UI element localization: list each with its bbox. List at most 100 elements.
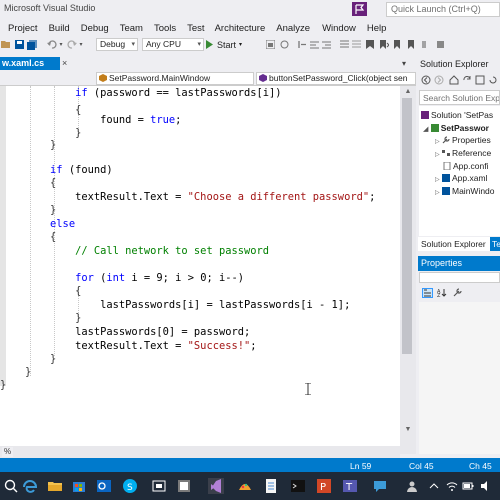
tray-overflow-icon[interactable] [428, 478, 440, 494]
editor-horizontal-scrollbar[interactable]: % [0, 446, 400, 458]
tree-item-mainwindow-xaml[interactable]: ▷ MainWindo [435, 185, 495, 197]
messaging-icon[interactable] [372, 478, 388, 494]
toolbar-overflow-icon[interactable] [420, 37, 432, 52]
tree-item-properties[interactable]: ▷ Properties [435, 134, 491, 146]
tab-mainwindow-xaml-cs[interactable]: w.xaml.cs [0, 57, 60, 70]
expand-icon[interactable]: ▷ [435, 190, 440, 196]
status-bar: Ln 59 Col 45 Ch 45 [0, 458, 500, 472]
tree-item-references[interactable]: ▷ Reference [435, 147, 491, 159]
code-line: } [0, 379, 7, 391]
solution-explorer-search-input[interactable]: Search Solution Explo [419, 90, 500, 105]
editor-vertical-scrollbar[interactable]: ▲ ▼ [400, 86, 416, 454]
properties-object-dropdown[interactable] [419, 272, 500, 283]
tree-item-solution[interactable]: Solution 'SetPas [421, 109, 493, 121]
undo-dropdown-icon[interactable]: ▾ [58, 37, 64, 52]
scrollbar-thumb[interactable] [402, 98, 412, 354]
terminal-icon[interactable] [290, 478, 306, 494]
search-icon[interactable] [3, 478, 19, 494]
step-icon[interactable] [296, 37, 308, 52]
close-icon[interactable]: × [62, 57, 67, 70]
menu-analyze[interactable]: Analyze [276, 23, 310, 34]
menu-test[interactable]: Test [187, 23, 204, 34]
expand-icon[interactable]: ▷ [435, 177, 440, 183]
properties-title: Properties [418, 256, 500, 271]
notification-flag-icon[interactable] [352, 2, 367, 16]
code-line: } [0, 366, 32, 378]
format-icon[interactable] [308, 37, 320, 52]
tab-solution-explorer[interactable]: Solution Explorer [418, 237, 490, 251]
collapse-icon[interactable]: ◢ [423, 126, 428, 133]
menu-tools[interactable]: Tools [154, 23, 176, 34]
redo-dropdown-icon[interactable]: ▾ [78, 37, 84, 52]
tab-team-explorer[interactable]: Te [490, 237, 500, 251]
expand-icon[interactable]: ▷ [435, 139, 440, 145]
wifi-icon[interactable] [446, 478, 458, 494]
powerpoint-icon[interactable]: P [316, 478, 332, 494]
open-folder-icon[interactable] [0, 37, 12, 52]
pending-changes-icon[interactable] [475, 75, 485, 87]
scroll-up-icon[interactable]: ▲ [400, 88, 416, 95]
code-editor[interactable]: if (password == lastPasswords[i]) { foun… [0, 86, 400, 454]
member-dropdown[interactable]: buttonSetPassword_Click(object sen [256, 72, 416, 85]
undo-icon[interactable] [46, 37, 58, 52]
forward-icon[interactable] [434, 75, 444, 87]
alphabetical-icon[interactable]: AZ [437, 288, 447, 299]
outlook-icon[interactable] [96, 478, 112, 494]
browse-icon[interactable] [264, 37, 276, 52]
chevron-down-icon[interactable]: ▾ [402, 57, 406, 70]
tree-item-label: SetPasswor [440, 123, 489, 133]
expand-icon[interactable]: ▷ [435, 152, 440, 158]
battery-icon[interactable] [462, 478, 474, 494]
menu-debug[interactable]: Debug [81, 23, 109, 34]
class-dropdown[interactable]: SetPassword.MainWindow [96, 72, 254, 85]
hot-reload-icon[interactable] [278, 37, 290, 52]
property-pages-icon[interactable] [453, 288, 463, 299]
file-explorer-icon[interactable] [47, 478, 63, 494]
scroll-down-icon[interactable]: ▼ [400, 426, 416, 433]
prev-bookmark-icon[interactable] [378, 37, 390, 52]
home-icon[interactable] [449, 75, 459, 87]
people-icon[interactable] [406, 478, 422, 494]
visual-studio-icon[interactable] [208, 478, 224, 494]
teams-icon[interactable]: T [342, 478, 358, 494]
sync-icon[interactable] [462, 75, 472, 87]
paint-icon[interactable] [237, 478, 253, 494]
solution-configuration-dropdown[interactable]: Debug ▾ [96, 38, 138, 51]
tree-item-app-config[interactable]: App.confi [443, 160, 488, 172]
edge-browser-icon[interactable] [22, 478, 38, 494]
notepad-icon[interactable] [263, 478, 279, 494]
properties-grid[interactable] [419, 302, 500, 454]
next-bookmark-icon[interactable] [392, 37, 404, 52]
refresh-icon[interactable] [488, 75, 498, 87]
save-icon[interactable] [13, 37, 25, 52]
menu-project[interactable]: Project [8, 23, 38, 34]
bookmark-icon[interactable] [364, 37, 376, 52]
back-icon[interactable] [421, 75, 431, 87]
save-all-icon[interactable] [26, 37, 38, 52]
start-button[interactable]: Start ▾ [205, 37, 259, 52]
solution-platform-dropdown[interactable]: Any CPU ▾ [142, 38, 204, 51]
align-icon[interactable] [320, 37, 332, 52]
menu-team[interactable]: Team [120, 23, 143, 34]
menu-build[interactable]: Build [49, 23, 70, 34]
comment-icon[interactable] [338, 37, 350, 52]
window-switch-icon[interactable] [151, 478, 167, 494]
tree-item-app-xaml[interactable]: ▷ App.xaml [435, 172, 487, 184]
uncomment-icon[interactable] [350, 37, 362, 52]
app-tile-icon[interactable] [176, 478, 192, 494]
toolbar-options-icon[interactable] [434, 37, 446, 52]
tree-item-project[interactable]: ◢ SetPasswor [423, 122, 489, 134]
menu-window[interactable]: Window [322, 23, 356, 34]
clear-bookmarks-icon[interactable] [406, 37, 418, 52]
categorized-icon[interactable] [422, 288, 433, 298]
store-icon[interactable] [71, 478, 87, 494]
zoom-level-dropdown[interactable]: % [2, 447, 14, 457]
tree-item-label: Solution 'SetPas [431, 110, 494, 120]
menu-help[interactable]: Help [367, 23, 387, 34]
quick-launch-input[interactable]: Quick Launch (Ctrl+Q) [386, 2, 500, 17]
redo-icon[interactable] [66, 37, 78, 52]
volume-icon[interactable] [480, 478, 492, 494]
skype-icon[interactable]: S [122, 478, 138, 494]
code-line: } [0, 353, 57, 365]
menu-architecture[interactable]: Architecture [215, 23, 266, 34]
